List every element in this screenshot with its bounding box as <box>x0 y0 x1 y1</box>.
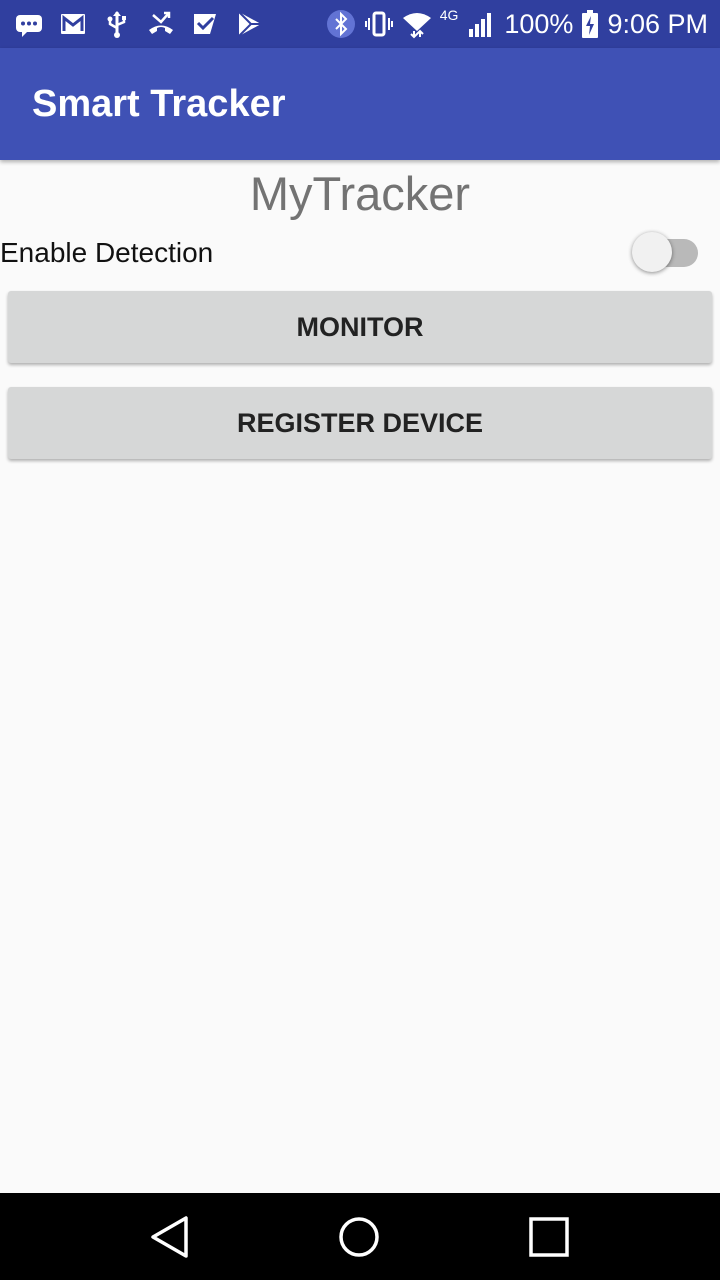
status-bar: 4G 100% 9:06 PM <box>0 0 720 48</box>
back-icon[interactable] <box>146 1213 194 1261</box>
network-type-label: 4G <box>439 7 459 23</box>
cellular-signal-icon <box>466 9 496 39</box>
app-title: Smart Tracker <box>32 83 286 125</box>
battery-icon <box>581 9 599 39</box>
enable-detection-switch[interactable] <box>632 230 702 276</box>
switch-thumb <box>632 232 672 272</box>
monitor-button[interactable]: MONITOR <box>8 291 712 363</box>
navigation-bar <box>0 1193 720 1280</box>
play-store-icon <box>234 9 264 39</box>
battery-percent: 100% <box>504 9 574 39</box>
recents-icon[interactable] <box>525 1213 573 1261</box>
app-bar: Smart Tracker <box>0 48 720 160</box>
home-icon[interactable] <box>335 1213 383 1261</box>
checkmark-icon <box>190 9 220 39</box>
missed-call-icon <box>146 9 176 39</box>
wifi-icon <box>402 9 432 39</box>
clock: 9:06 PM <box>607 9 708 39</box>
gmail-icon <box>58 9 88 39</box>
chat-icon <box>14 9 44 39</box>
usb-icon <box>102 9 132 39</box>
page-heading: MyTracker <box>249 167 471 220</box>
register-device-button[interactable]: REGISTER DEVICE <box>8 387 712 459</box>
enable-detection-label: Enable Detection <box>0 237 214 268</box>
notification-icons <box>14 0 264 48</box>
vibrate-icon <box>364 9 394 39</box>
bluetooth-icon <box>326 9 356 39</box>
system-status: 4G 100% 9:06 PM <box>326 0 708 48</box>
